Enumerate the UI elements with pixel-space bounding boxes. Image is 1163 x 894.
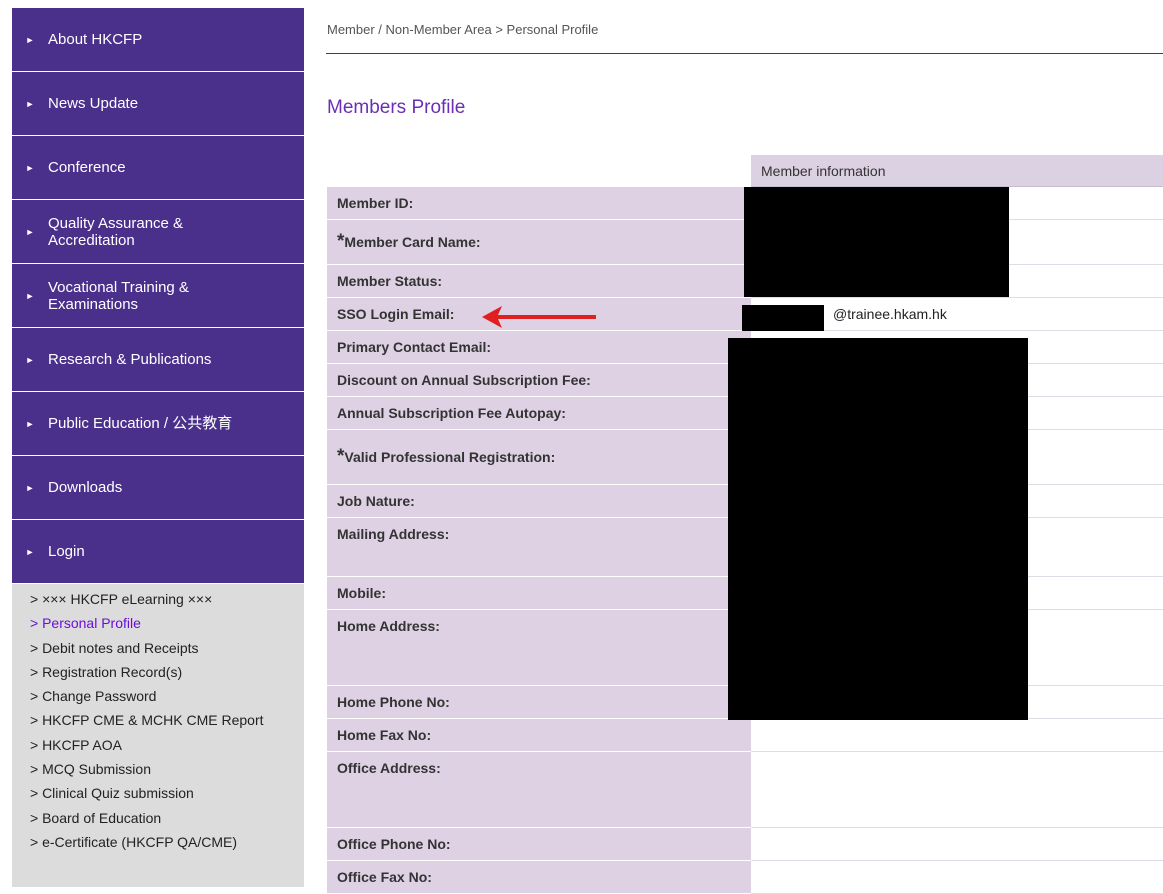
nav-item-downloads[interactable]: ► Downloads [12,456,304,520]
triangle-right-icon: ► [25,290,35,301]
submenu-link-cme-report[interactable]: > HKCFP CME & MCHK CME Report [12,708,304,732]
nav-label: Vocational Training & Examinations [48,278,189,313]
breadcrumb: Member / Non-Member Area > Personal Prof… [327,22,599,37]
profile-row: Home Fax No: [327,719,1163,752]
field-label: Home Phone No: [327,686,751,719]
field-label: Discount on Annual Subscription Fee: [327,364,751,397]
triangle-right-icon: ► [25,162,35,173]
submenu-link-change-password[interactable]: > Change Password [12,684,304,708]
login-submenu: > ××× HKCFP eLearning ××× > Personal Pro… [12,584,304,887]
nav-item-login[interactable]: ► Login [12,520,304,584]
profile-row: Office Fax No: [327,861,1163,894]
field-label-wrap: * Member Card Name: [327,220,751,265]
field-label: Mobile: [327,577,751,610]
breadcrumb-divider [326,53,1163,54]
triangle-right-icon: ► [25,226,35,237]
triangle-right-icon: ► [25,482,35,493]
nav-item-public-education[interactable]: ► Public Education / 公共教育 [12,392,304,456]
submenu-link-board-of-education[interactable]: > Board of Education [12,806,304,830]
nav-label: News Update [48,95,139,112]
field-label: Job Nature: [327,485,751,518]
triangle-right-icon: ► [25,34,35,45]
profile-row: Office Address: [327,752,1163,828]
field-label: Valid Professional Registration: [344,449,556,465]
triangle-right-icon: ► [25,546,35,557]
redaction-mask [744,187,1009,297]
sso-email-domain: @trainee.hkam.hk [833,306,947,322]
submenu-link-e-certificate[interactable]: > e-Certificate (HKCFP QA/CME) [12,830,304,854]
profile-row: Office Phone No: [327,828,1163,861]
redaction-mask [742,305,824,331]
field-label: Home Fax No: [327,719,751,752]
field-label: Home Address: [327,610,751,686]
nav-label: Public Education / 公共教育 [48,415,233,432]
nav-label: Login [48,543,85,560]
field-value [751,719,1163,752]
field-label: Office Phone No: [327,828,751,861]
nav-label: About HKCFP [48,31,143,48]
submenu-link-clinical-quiz[interactable]: > Clinical Quiz submission [12,781,304,805]
nav-label: Quality Assurance & Accreditation [48,214,184,249]
field-label: Mailing Address: [327,518,751,577]
field-label-wrap: * Valid Professional Registration: [327,430,751,485]
nav-item-about[interactable]: ► About HKCFP [12,8,304,72]
field-label: Member Card Name: [344,234,481,250]
page-title: Members Profile [327,96,466,118]
submenu-link-registration-records[interactable]: > Registration Record(s) [12,660,304,684]
field-label: Primary Contact Email: [327,331,751,364]
sidebar-nav: ► About HKCFP ► News Update ► Conference… [12,8,304,584]
field-label: Member Status: [327,265,751,298]
submenu-link-debit-notes[interactable]: > Debit notes and Receipts [12,636,304,660]
red-arrow-annotation [482,306,596,328]
nav-item-news-update[interactable]: ► News Update [12,72,304,136]
field-value [751,828,1163,861]
submenu-link-mcq-submission[interactable]: > MCQ Submission [12,757,304,781]
nav-item-research-publications[interactable]: ► Research & Publications [12,328,304,392]
nav-item-quality-assurance[interactable]: ► Quality Assurance & Accreditation [12,200,304,264]
triangle-right-icon: ► [25,354,35,365]
field-label: Annual Subscription Fee Autopay: [327,397,751,430]
nav-label: Conference [48,159,126,176]
submenu-link-elearning[interactable]: > ××× HKCFP eLearning ××× [12,587,304,611]
section-header: Member information [751,155,1163,187]
field-label: Office Address: [327,752,751,828]
required-marker: * [337,231,345,252]
redaction-mask [728,338,1028,720]
field-value [751,861,1163,894]
field-label: Member ID: [327,187,751,220]
profile-header-row: Member information [327,155,1163,187]
field-label: Office Fax No: [327,861,751,894]
nav-label: Downloads [48,479,123,496]
header-spacer [327,155,751,187]
triangle-right-icon: ► [25,418,35,429]
nav-item-conference[interactable]: ► Conference [12,136,304,200]
field-value [751,752,1163,828]
required-marker: * [337,446,345,467]
nav-label: Research & Publications [48,351,212,368]
submenu-link-personal-profile[interactable]: > Personal Profile [12,611,304,635]
nav-item-vocational-training[interactable]: ► Vocational Training & Examinations [12,264,304,328]
submenu-link-aoa[interactable]: > HKCFP AOA [12,733,304,757]
triangle-right-icon: ► [25,98,35,109]
sidebar: ► About HKCFP ► News Update ► Conference… [12,8,304,887]
